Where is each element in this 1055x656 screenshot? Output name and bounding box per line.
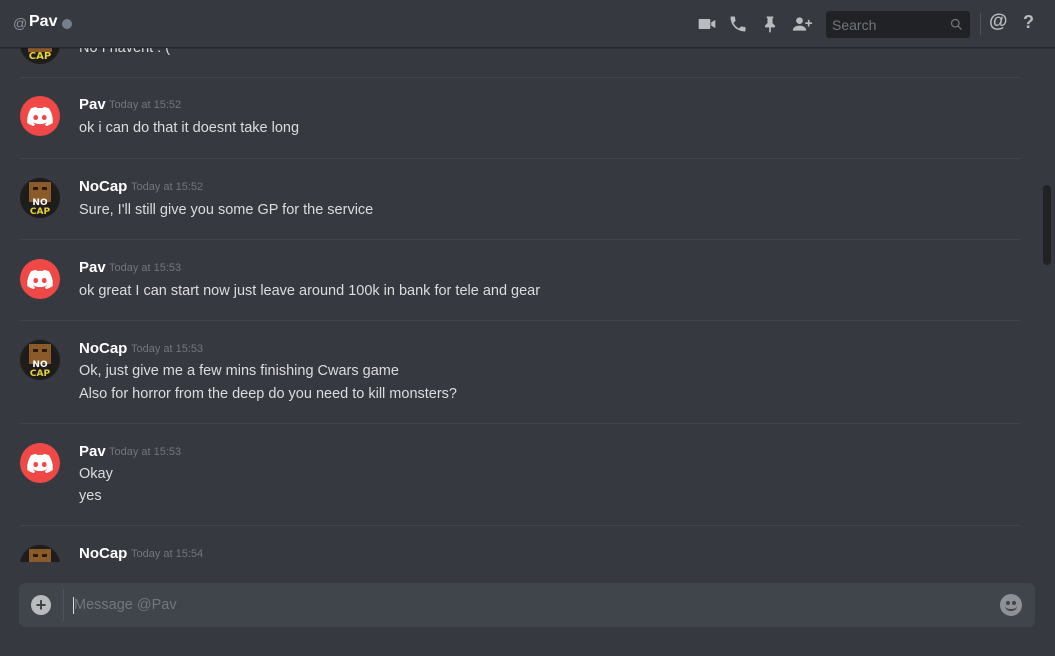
- message-author[interactable]: NoCap: [79, 340, 127, 357]
- avatar[interactable]: [20, 259, 60, 299]
- channel-name: Pav: [29, 13, 58, 30]
- search-input[interactable]: [826, 11, 944, 38]
- dm-at-symbol: @: [13, 15, 28, 31]
- message-group: Pav Today at 15:52 ok i can do that it d…: [20, 96, 1020, 146]
- message-group: CAP No I havent : (: [20, 48, 1020, 64]
- message-timestamp: Today at 15:52: [109, 99, 182, 111]
- phone-icon[interactable]: [727, 13, 749, 35]
- message-author[interactable]: Pav: [79, 443, 106, 460]
- message-group: Pav Today at 15:53 Okay yes: [20, 443, 1020, 513]
- message-author[interactable]: Pav: [79, 259, 106, 276]
- message-group: NO CAP NoCap Today at 15:52 Sure, I'll st…: [20, 178, 1020, 228]
- status-dot-icon: [62, 19, 72, 29]
- channel-header: @ Pav @ ?: [0, 0, 1055, 48]
- text-caret: [73, 597, 74, 614]
- message-text: Also for horror from the deep do you nee…: [79, 386, 457, 402]
- avatar[interactable]: NO CAP: [20, 178, 60, 218]
- pin-icon[interactable]: [759, 13, 781, 35]
- avatar[interactable]: NO CAP: [20, 340, 60, 380]
- message-text: ok great I can start now just leave arou…: [79, 283, 541, 299]
- message-text: yes: [79, 488, 102, 504]
- message-group: NoCap Today at 15:54: [20, 545, 1020, 562]
- message-text: No I havent : (: [79, 48, 171, 56]
- svg-text:CAP: CAP: [30, 369, 51, 379]
- message-scrollbar[interactable]: [1043, 50, 1051, 560]
- message-timestamp: Today at 15:52: [131, 181, 204, 193]
- avatar[interactable]: CAP: [20, 48, 60, 64]
- message-divider: [20, 525, 1020, 526]
- message-author[interactable]: Pav: [79, 96, 106, 113]
- message-text: ok i can do that it doesnt take long: [79, 120, 300, 136]
- svg-text:CAP: CAP: [29, 51, 51, 62]
- message-group: Pav Today at 15:53 ok great I can start …: [20, 259, 1020, 309]
- avatar[interactable]: [20, 443, 60, 483]
- svg-text:CAP: CAP: [30, 207, 51, 217]
- mentions-icon[interactable]: @: [989, 11, 1008, 33]
- add-user-icon[interactable]: [790, 13, 814, 35]
- add-attachment-button[interactable]: +: [31, 595, 51, 615]
- message-list: CAP No I havent : ( Pav Today at 15:52 o…: [0, 48, 1040, 562]
- message-author[interactable]: NoCap: [79, 178, 127, 195]
- message-text: Ok, just give me a few mins finishing Cw…: [79, 363, 399, 379]
- message-text: Sure, I'll still give you some GP for th…: [79, 202, 374, 218]
- message-divider: [20, 239, 1020, 240]
- message-timestamp: Today at 15:53: [131, 343, 204, 355]
- composer-divider: [63, 589, 64, 621]
- emoji-picker-icon[interactable]: [1000, 594, 1022, 616]
- message-text: Okay: [79, 466, 113, 482]
- scroll-thumb[interactable]: [1043, 185, 1051, 265]
- message-divider: [20, 423, 1020, 424]
- video-camera-icon[interactable]: [696, 13, 718, 35]
- avatar[interactable]: [20, 96, 60, 136]
- help-icon[interactable]: ?: [1023, 12, 1034, 33]
- message-divider: [20, 158, 1020, 159]
- message-divider: [20, 320, 1020, 321]
- message-group: NO CAP NoCap Today at 15:53 Ok, just give…: [20, 340, 1020, 410]
- message-composer: +: [19, 583, 1035, 627]
- message-timestamp: Today at 15:53: [109, 446, 182, 458]
- avatar[interactable]: [20, 545, 60, 562]
- message-author[interactable]: NoCap: [79, 545, 127, 562]
- search-box[interactable]: [826, 11, 970, 38]
- message-divider: [20, 77, 1020, 78]
- message-timestamp: Today at 15:53: [109, 262, 182, 274]
- header-divider: [980, 13, 981, 35]
- search-icon[interactable]: [949, 17, 964, 32]
- message-timestamp: Today at 15:54: [131, 548, 204, 560]
- message-input[interactable]: [72, 583, 992, 627]
